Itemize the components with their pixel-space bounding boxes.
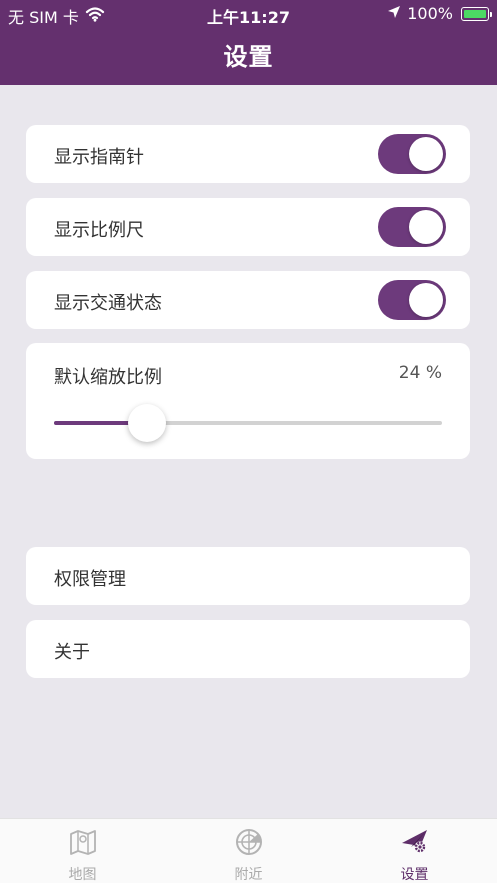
scale-toggle[interactable]: [378, 207, 446, 247]
permissions-label: 权限管理: [54, 569, 126, 590]
tab-nearby[interactable]: 附近: [166, 819, 331, 883]
setting-row-traffic: 显示交通状态: [26, 271, 470, 329]
map-icon: [68, 827, 98, 857]
radar-icon: [234, 827, 264, 857]
tab-map-label: 地图: [68, 867, 97, 883]
tab-nearby-label: 附近: [234, 867, 263, 883]
compass-toggle[interactable]: [378, 134, 446, 174]
zoom-slider-thumb[interactable]: [128, 404, 167, 442]
about-label: 关于: [54, 642, 90, 663]
toggle-knob: [409, 283, 443, 317]
tab-settings-label: 设置: [400, 867, 429, 883]
battery-percent: 100%: [407, 4, 453, 23]
menu-row-about[interactable]: 关于: [26, 620, 470, 678]
tab-settings[interactable]: 设置: [332, 819, 497, 883]
menu-row-permissions[interactable]: 权限管理: [26, 547, 470, 605]
location-arrow-icon: [387, 4, 401, 23]
zoom-label: 默认缩放比例: [54, 367, 162, 388]
battery-icon: [461, 6, 492, 21]
toggle-knob: [409, 210, 443, 244]
settings-page: 无 SIM 卡 上午11:27 100% 设置 显示指南针 显示比例尺 显示交通…: [0, 0, 497, 883]
setting-row-default-zoom: 默认缩放比例 24 %: [26, 343, 470, 459]
status-bar: 无 SIM 卡 上午11:27 100%: [0, 0, 497, 28]
zoom-value: 24 %: [398, 363, 442, 383]
compass-label: 显示指南针: [54, 147, 144, 168]
toggle-knob: [409, 137, 443, 171]
header: 无 SIM 卡 上午11:27 100% 设置: [0, 0, 497, 85]
settings-plane-icon: [400, 827, 430, 857]
zoom-slider-track[interactable]: [54, 404, 442, 442]
scale-label: 显示比例尺: [54, 220, 144, 241]
tab-bar: 地图 附近 设置: [0, 818, 497, 883]
status-right: 100%: [387, 4, 492, 23]
setting-row-compass: 显示指南针: [26, 125, 470, 183]
traffic-label: 显示交通状态: [54, 293, 162, 314]
setting-row-scale: 显示比例尺: [26, 198, 470, 256]
traffic-toggle[interactable]: [378, 280, 446, 320]
tab-map[interactable]: 地图: [0, 819, 165, 883]
page-title: 设置: [223, 43, 274, 71]
